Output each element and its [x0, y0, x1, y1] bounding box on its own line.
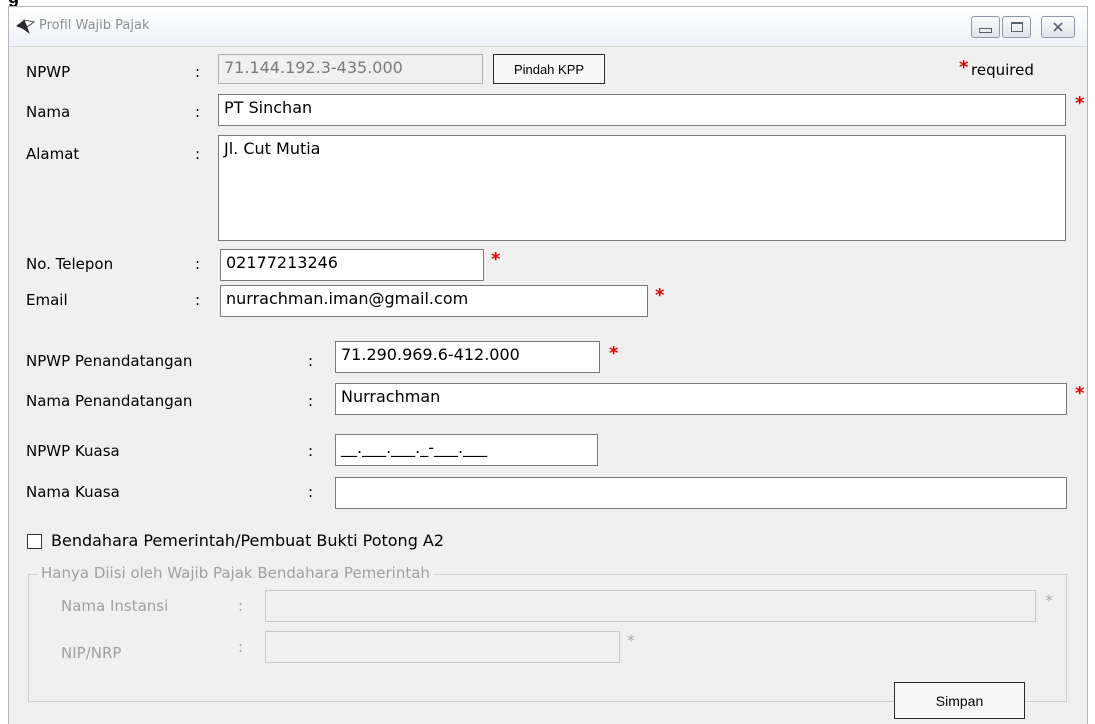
- minimize-icon: [979, 27, 992, 33]
- colon: :: [195, 63, 201, 81]
- colon: :: [238, 638, 244, 656]
- nama-penandatangan-label: Nama Penandatangan: [26, 392, 193, 410]
- email-label: Email: [26, 291, 68, 309]
- title-bar: Profil Wajib Pajak: [9, 7, 1087, 47]
- npwp-label: NPWP: [26, 63, 71, 81]
- close-button[interactable]: [1041, 16, 1075, 38]
- colon: :: [308, 442, 314, 460]
- pindah-kpp-button[interactable]: Pindah KPP: [493, 54, 605, 84]
- required-star: *: [609, 343, 619, 364]
- colon: :: [308, 483, 314, 501]
- npwp-field[interactable]: 71.144.192.3-435.000: [218, 54, 483, 84]
- dialog-window: Profil Wajib Pajak * required NPWP : 71.…: [8, 6, 1088, 724]
- minimize-button[interactable]: [971, 16, 1000, 38]
- alamat-textarea[interactable]: Jl. Cut Mutia: [218, 135, 1066, 241]
- nama-penandatangan-field[interactable]: Nurrachman: [335, 383, 1067, 415]
- nama-instansi-field[interactable]: [265, 590, 1036, 622]
- bendahara-label: Bendahara Pemerintah/Pembuat Bukti Poton…: [51, 531, 445, 550]
- maximize-icon: [1010, 22, 1023, 32]
- groupbox-title: Hanya Diisi oleh Wajib Pajak Bendahara P…: [38, 564, 433, 582]
- required-star: *: [1045, 591, 1053, 610]
- npwp-penandatangan-label: NPWP Penandatangan: [26, 352, 193, 370]
- colon: :: [195, 291, 201, 309]
- nama-kuasa-field[interactable]: [335, 477, 1067, 509]
- close-icon: [1053, 22, 1063, 32]
- maximize-button[interactable]: [1002, 16, 1031, 38]
- simpan-button[interactable]: Simpan: [894, 682, 1025, 719]
- colon: :: [308, 392, 314, 410]
- telepon-label: No. Telepon: [26, 255, 114, 273]
- npwp-kuasa-label: NPWP Kuasa: [26, 442, 120, 460]
- nama-instansi-label: Nama Instansi: [61, 597, 169, 615]
- required-hint: required: [971, 61, 1034, 79]
- colon: :: [195, 145, 201, 163]
- window-title: Profil Wajib Pajak: [39, 18, 150, 33]
- required-star: *: [491, 249, 501, 270]
- colon: :: [195, 255, 201, 273]
- colon: :: [308, 352, 314, 370]
- nama-field[interactable]: PT Sinchan: [218, 94, 1066, 126]
- nama-kuasa-label: Nama Kuasa: [26, 483, 120, 501]
- colon: :: [195, 103, 201, 121]
- required-star: *: [1075, 93, 1085, 114]
- nip-nrp-label: NIP/NRP: [61, 644, 122, 662]
- colon: :: [238, 597, 244, 615]
- nip-nrp-field[interactable]: [265, 631, 620, 663]
- required-star: *: [655, 285, 665, 306]
- email-field[interactable]: nurrachman.iman@gmail.com: [220, 285, 648, 317]
- required-star: *: [959, 57, 969, 78]
- required-star: *: [627, 631, 635, 650]
- alamat-label: Alamat: [26, 145, 80, 163]
- app-icon: [16, 19, 35, 34]
- nama-label: Nama: [26, 103, 71, 121]
- telepon-field[interactable]: 02177213246: [220, 249, 484, 281]
- required-star: *: [1075, 383, 1085, 404]
- npwp-kuasa-field[interactable]: __.___.___._-___.___: [335, 434, 598, 466]
- npwp-penandatangan-field[interactable]: 71.290.969.6-412.000: [335, 341, 600, 373]
- bendahara-checkbox[interactable]: [27, 534, 42, 549]
